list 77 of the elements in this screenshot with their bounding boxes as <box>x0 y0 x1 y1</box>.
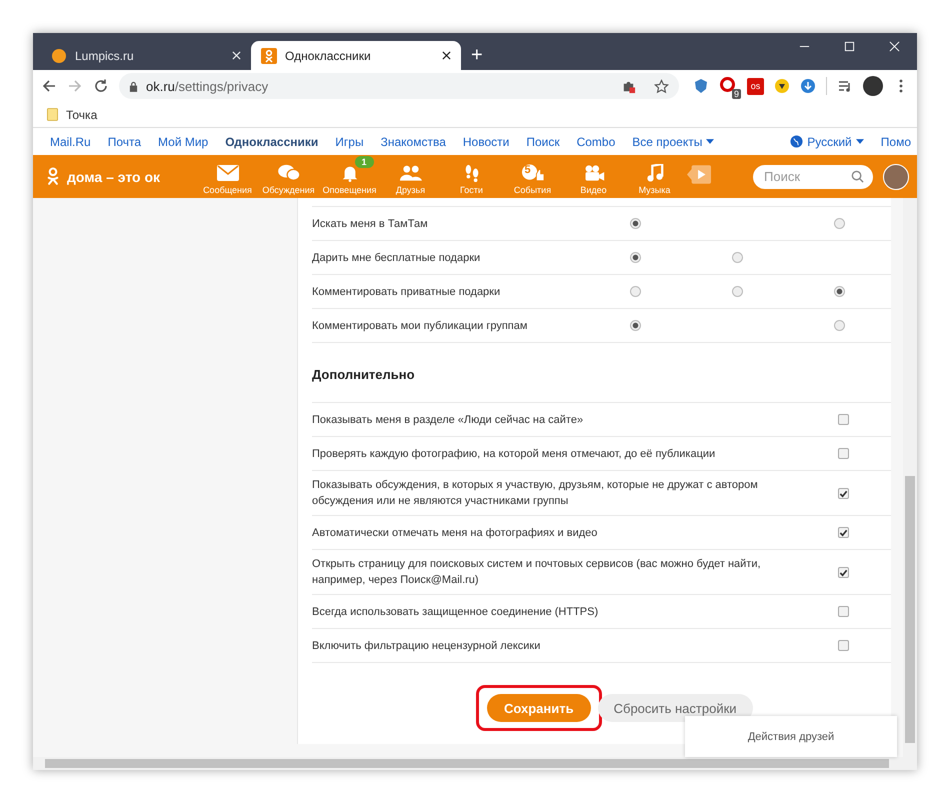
radio-button[interactable] <box>732 252 744 263</box>
checkbox[interactable] <box>838 414 848 425</box>
ball-icon <box>51 48 67 64</box>
checkbox[interactable] <box>838 527 848 538</box>
shield-extension-icon[interactable] <box>693 78 709 94</box>
reload-icon[interactable] <box>93 78 109 94</box>
caret-icon[interactable] <box>856 139 864 144</box>
search-field[interactable]: Поиск <box>753 164 873 188</box>
search-icon[interactable] <box>851 170 864 182</box>
maximize-icon[interactable] <box>844 41 855 52</box>
portal-link[interactable]: Combo <box>576 134 616 148</box>
profile-avatar[interactable] <box>863 76 883 96</box>
ok-logo-icon <box>261 48 277 64</box>
portal-link[interactable]: Почта <box>108 134 142 148</box>
play-icon[interactable] <box>687 164 711 185</box>
bookmark-item[interactable]: Точка <box>47 108 98 122</box>
caret-icon[interactable] <box>706 139 714 144</box>
help-link[interactable]: Помо <box>880 134 911 148</box>
radio-button[interactable] <box>732 286 744 297</box>
friends-activity-panel[interactable]: Действия друзей <box>685 716 897 757</box>
portal-link[interactable]: Игры <box>335 134 364 148</box>
setting-label: Включить фильтрацию нецензурной лексики <box>312 638 542 654</box>
checkbox[interactable] <box>838 566 848 578</box>
radio-button[interactable] <box>834 286 846 297</box>
setting-label: Комментировать мои публикации группам <box>312 318 528 334</box>
checkbox[interactable] <box>838 640 848 651</box>
portal-link[interactable]: Новости <box>462 134 510 148</box>
radio-button[interactable] <box>630 286 641 297</box>
notification-badge: 1 <box>354 156 374 168</box>
checkbox[interactable] <box>838 488 848 498</box>
star-icon[interactable] <box>654 78 669 94</box>
radio-button[interactable] <box>630 320 641 331</box>
setting-label: Открыть страницу для поисковых систем и почтовых сервисов (вас можно будет найти, например, через Поиск@Mail.ru) <box>312 557 762 588</box>
checkbox[interactable] <box>838 448 848 459</box>
back-arrow-icon[interactable] <box>41 78 57 94</box>
checkbox[interactable] <box>838 606 848 617</box>
browser-tab[interactable]: Одноклассники <box>251 41 461 70</box>
people-icon <box>400 164 422 182</box>
setting-label: Показывать меня в разделе «Люди сейчас на сайте» <box>312 412 584 428</box>
portal-link[interactable]: Одноклассники <box>225 134 318 148</box>
portal-link[interactable]: Знакомства <box>380 134 446 148</box>
language-dropdown[interactable]: Русский <box>807 134 864 148</box>
reset-settings-button[interactable]: Сбросить настройки <box>598 694 753 722</box>
setting-label: Проверять каждую фотографию, на которой меня отмечают, до её публикации <box>312 446 716 462</box>
close-icon[interactable] <box>442 51 451 60</box>
portal-link[interactable]: Мой Мир <box>158 134 208 148</box>
radio-button[interactable] <box>630 252 641 263</box>
radio-button[interactable] <box>630 218 641 229</box>
address-bar[interactable]: ok.ru/settings/privacy <box>119 73 679 99</box>
horizontal-scrollbar[interactable] <box>33 757 917 770</box>
browser-tab[interactable]: Lumpics.ru <box>41 41 251 70</box>
setting-label: Автоматически отмечать меня на фотографиях и видео <box>312 526 598 540</box>
globe-icon <box>790 135 804 148</box>
extension-button[interactable]: os <box>747 78 764 94</box>
envelope-icon <box>216 164 238 182</box>
vertical-scrollbar[interactable] <box>903 198 917 757</box>
radio-button[interactable] <box>834 218 846 229</box>
setting-label: Искать меня в ТамТам <box>312 216 429 232</box>
url-text: ok.ru/settings/privacy <box>146 78 268 94</box>
new-tab-button[interactable]: + <box>461 41 493 70</box>
radio-button[interactable] <box>834 320 846 331</box>
folder-icon <box>47 108 58 121</box>
setting-label: Комментировать приватные подарки <box>312 284 502 300</box>
thumbs-up-icon <box>522 164 544 182</box>
download-icon[interactable] <box>800 78 816 94</box>
speech-bubbles-icon <box>278 164 300 182</box>
all-projects-dropdown[interactable]: Все проекты <box>632 134 714 148</box>
portal-link[interactable]: Поиск <box>526 134 560 148</box>
setting-label: Показывать обсуждения, в которых я участвую, друзьям, которые не дружат с автором обсуждения или не являются участниками группы <box>312 478 759 509</box>
lock-icon <box>129 80 138 92</box>
avatar[interactable] <box>883 164 909 190</box>
camera-icon <box>582 164 604 182</box>
event-count: 5 <box>524 164 531 176</box>
setting-label: Всегда использовать защищенное соединение (HTTPS) <box>312 604 600 620</box>
portal-link[interactable]: Mail.Ru <box>50 134 91 148</box>
section-heading: Дополнительно <box>312 367 416 382</box>
setting-label: Дарить мне бесплатные подарки <box>312 250 482 266</box>
